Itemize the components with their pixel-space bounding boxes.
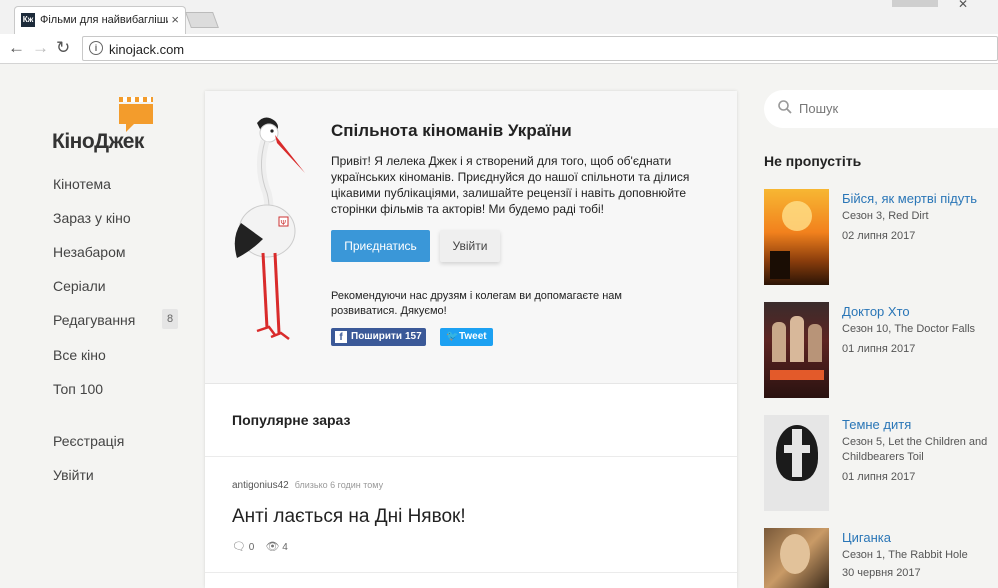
movie-date: 01 липня 2017 [842,343,916,355]
browser-tab-bar: Кж Фільми для найвибагліших × ✕ [0,0,998,34]
stork-mascot-icon: Ψ [234,117,305,340]
movie-title[interactable]: Доктор Хто [842,304,910,319]
facebook-share-button[interactable]: f Поширити 157 [331,328,426,346]
sidebar-item-kinotema[interactable]: Кінотема [53,176,111,192]
movie-episode: Сезон 10, The Doctor Falls [842,323,976,335]
comment-count: 0 [248,542,255,553]
browser-tab[interactable]: Кж Фільми для найвибагліших × [14,6,186,34]
popular-section-title: Популярне зараз [232,412,351,428]
movie-poster[interactable] [764,302,829,398]
dont-miss-heading: Не пропустіть [764,153,862,169]
window-profile-button[interactable] [892,0,938,7]
welcome-title: Спільнота кіноманів України [331,121,572,140]
reload-icon[interactable]: ↻ [56,38,70,58]
eye-icon: 👁 [265,541,280,553]
svg-text:Ψ: Ψ [281,219,287,227]
address-bar[interactable]: i kinojack.com [82,36,998,61]
recommend-text: Рекомендуючи нас друзям і колегам ви доп… [331,290,622,317]
movie-date: 30 червня 2017 [842,567,921,579]
welcome-text: Привіт! Я лелека Джек і я створений для … [331,154,690,216]
post-title[interactable]: Анті лається на Дні Нявок! [232,506,466,528]
welcome-panel: Ψ Спільнота кіноманів України Привіт! Я … [205,91,737,384]
main-card: Ψ Спільнота кіноманів України Привіт! Я … [205,91,737,588]
sidebar-item-register[interactable]: Реєстрація [53,433,124,449]
twitter-bird-icon: 🐦 [446,331,459,342]
site-favicon-icon: Кж [21,13,35,27]
post-meta: antigonius42 близько 6 годин тому [232,480,383,491]
search-icon [778,100,792,114]
sidebar-item-all-movies[interactable]: Все кіно [53,347,106,363]
search-box[interactable]: Пошук [764,90,998,128]
facebook-icon: f [335,331,347,343]
share-count: 157 [405,331,422,342]
forward-arrow-icon[interactable]: → [32,38,49,58]
sidebar-item-top-100[interactable]: Топ 100 [53,381,103,397]
movie-poster[interactable] [764,415,829,511]
movie-title[interactable]: Темне дитя [842,417,911,432]
window-close-icon[interactable]: ✕ [958,0,968,11]
view-count: 4 [282,542,288,553]
count-badge: 8 [162,309,178,329]
tweet-button[interactable]: 🐦 Tweet [440,328,493,346]
post-stats: 🗨 0 👁 4 [232,540,288,553]
back-arrow-icon[interactable]: ← [8,38,25,58]
share-label: Поширити [351,331,403,342]
movie-poster[interactable] [764,189,829,285]
new-tab-button[interactable] [185,12,219,28]
movie-episode: Сезон 3, Red Dirt [842,210,929,222]
post-time: близько 6 годин тому [294,480,384,490]
comment-icon: 🗨 [232,541,246,553]
search-placeholder: Пошук [799,101,839,116]
post-author[interactable]: antigonius42 [232,480,289,491]
movie-episode: Сезон 1, The Rabbit Hole [842,549,968,561]
movie-episode: Сезон 5, Let the Children and Childbeare… [842,436,988,463]
site-info-icon[interactable]: i [89,41,103,55]
movie-poster[interactable] [764,528,829,588]
sidebar-item-editing[interactable]: Редагування 8 [53,309,178,329]
tab-title: Фільми для найвибагліших [40,14,168,26]
sidebar-item-login[interactable]: Увійти [53,467,94,483]
movie-title[interactable]: Циганка [842,530,891,545]
sidebar-item-series[interactable]: Серіали [53,278,106,294]
tweet-label: Tweet [459,331,487,342]
divider [205,572,737,573]
sidebar-item-coming-soon[interactable]: Незабаром [53,244,125,260]
movie-date: 02 липня 2017 [842,230,916,242]
sidebar-item-now-in-cinema[interactable]: Зараз у кіно [53,210,131,226]
address-url: kinojack.com [109,42,185,57]
movie-title[interactable]: Бійся, як мертві підуть [842,191,977,206]
movie-date: 01 липня 2017 [842,471,916,483]
join-button[interactable]: Приєднатись [331,230,430,262]
close-tab-icon[interactable]: × [171,12,179,27]
logo-text: КіноДжек [52,130,144,153]
divider [205,456,737,457]
clapperboard-icon [119,97,153,132]
login-button[interactable]: Увійти [440,230,500,262]
browser-toolbar: ← → ↻ i kinojack.com [0,34,998,64]
sidebar-item-label: Редагування [53,312,136,328]
